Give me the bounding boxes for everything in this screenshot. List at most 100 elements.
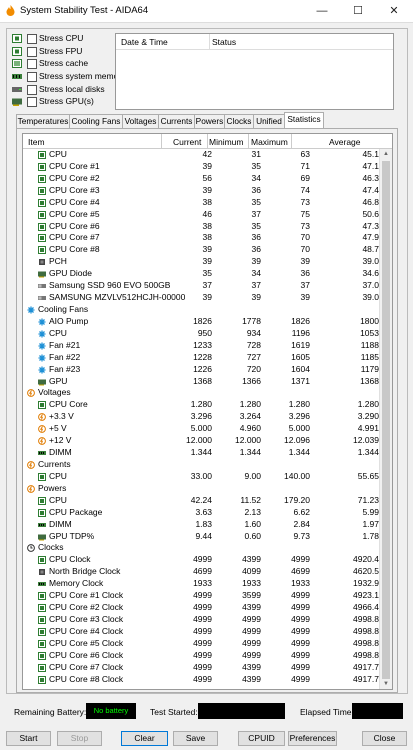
stress-checkbox[interactable] bbox=[27, 34, 37, 44]
minimum-value: 1.344 bbox=[239, 447, 261, 458]
table-row[interactable]: CPU Core #3 39 36 74 47.4 bbox=[23, 185, 379, 197]
maximum-value: 5.000 bbox=[288, 423, 310, 434]
maximum-value: 12.096 bbox=[284, 435, 310, 446]
clear-button[interactable]: Clear bbox=[121, 731, 168, 746]
scroll-up-arrow[interactable]: ▲ bbox=[380, 149, 392, 159]
tab-powers[interactable]: Powers bbox=[194, 114, 225, 128]
cpu-icon bbox=[38, 651, 46, 660]
table-row[interactable]: GPU TDP% 9.44 0.60 9.73 1.78 bbox=[23, 531, 379, 543]
stop-button[interactable]: Stop bbox=[57, 731, 102, 746]
average-value: 4998.8 bbox=[353, 613, 379, 624]
log-header: Date & Time Status bbox=[116, 34, 393, 50]
table-row[interactable]: SAMSUNG MZVLV512HCJH-00000 39 39 39 39.0 bbox=[23, 292, 379, 304]
table-row[interactable]: CPU Core #6 38 35 73 47.3 bbox=[23, 221, 379, 233]
table-row[interactable]: North Bridge Clock 4699 4099 4699 4620.5 bbox=[23, 566, 379, 578]
table-group-row[interactable]: Powers bbox=[23, 483, 379, 495]
aida64-flame-icon bbox=[6, 5, 15, 16]
table-row[interactable]: CPU Core #1 Clock 4999 3599 4999 4923.1 bbox=[23, 590, 379, 602]
col-minimum[interactable]: Minimum bbox=[209, 137, 243, 147]
col-current[interactable]: Current bbox=[173, 137, 201, 147]
table-row[interactable]: CPU Core #6 Clock 4999 4999 4999 4998.8 bbox=[23, 650, 379, 662]
table-row[interactable]: CPU 42.24 11.52 179.20 71.23 bbox=[23, 495, 379, 507]
minimum-value: 1.280 bbox=[239, 399, 261, 410]
window-title: System Stability Test - AIDA64 bbox=[20, 5, 149, 16]
average-value: 47.4 bbox=[362, 184, 379, 195]
col-average[interactable]: Average bbox=[329, 137, 361, 147]
table-row[interactable]: CPU Package 3.63 2.13 6.62 5.99 bbox=[23, 507, 379, 519]
tab-temperatures[interactable]: Temperatures bbox=[16, 114, 70, 128]
maximum-value: 1826 bbox=[291, 315, 310, 326]
close-button[interactable]: Close bbox=[362, 731, 407, 746]
table-row[interactable]: Fan #23 1226 720 1604 1179 bbox=[23, 364, 379, 376]
table-row[interactable]: CPU Core #4 38 35 73 46.8 bbox=[23, 197, 379, 209]
table-row[interactable]: +3.3 V 3.296 3.264 3.296 3.290 bbox=[23, 411, 379, 423]
stress-checkbox[interactable] bbox=[27, 72, 37, 83]
log-col-datetime[interactable]: Date & Time bbox=[121, 37, 168, 47]
table-group-row[interactable]: Currents bbox=[23, 459, 379, 471]
table-row[interactable]: PCH 39 39 39 39.0 bbox=[23, 256, 379, 268]
tab-voltages[interactable]: Voltages bbox=[122, 114, 159, 128]
table-row[interactable]: CPU Core #2 Clock 4999 4399 4999 4966.4 bbox=[23, 602, 379, 614]
table-row[interactable]: GPU Diode 35 34 36 34.6 bbox=[23, 268, 379, 280]
table-row[interactable]: CPU Core #4 Clock 4999 4999 4999 4998.8 bbox=[23, 626, 379, 638]
minimize-button[interactable]: — bbox=[304, 0, 340, 22]
start-button[interactable]: Start bbox=[6, 731, 51, 746]
tab-clocks[interactable]: Clocks bbox=[224, 114, 254, 128]
cpu-icon bbox=[38, 592, 46, 601]
table-row[interactable]: CPU Core 1.280 1.280 1.280 1.280 bbox=[23, 399, 379, 411]
average-value: 48.7 bbox=[362, 244, 379, 255]
average-value: 12.039 bbox=[353, 435, 379, 446]
table-row[interactable]: AIO Pump 1826 1778 1826 1800 bbox=[23, 316, 379, 328]
maximize-button[interactable]: ☐ bbox=[340, 0, 376, 22]
table-row[interactable]: CPU Core #2 56 34 69 46.3 bbox=[23, 173, 379, 185]
vertical-scrollbar[interactable]: ▲ ▼ bbox=[379, 149, 392, 689]
cpuid-button[interactable]: CPUID bbox=[238, 731, 285, 746]
table-row[interactable]: +12 V 12.000 12.000 12.096 12.039 bbox=[23, 435, 379, 447]
table-row[interactable]: CPU Clock 4999 4399 4999 4920.4 bbox=[23, 554, 379, 566]
average-value: 1188 bbox=[360, 339, 379, 350]
tab-unified[interactable]: Unified bbox=[253, 114, 285, 128]
table-group-row[interactable]: Clocks bbox=[23, 542, 379, 554]
table-row[interactable]: CPU Core #8 Clock 4999 4399 4999 4917.7 bbox=[23, 674, 379, 686]
table-row[interactable]: CPU Core #1 39 35 71 47.1 bbox=[23, 161, 379, 173]
table-row[interactable]: CPU 33.00 9.00 140.00 55.65 bbox=[23, 471, 379, 483]
table-row[interactable]: +5 V 5.000 4.960 5.000 4.991 bbox=[23, 423, 379, 435]
table-row[interactable]: CPU Core #7 38 36 70 47.9 bbox=[23, 232, 379, 244]
stress-checkbox[interactable] bbox=[27, 59, 37, 70]
memory-icon bbox=[38, 580, 46, 588]
maximum-value: 39 bbox=[300, 292, 310, 303]
log-col-status[interactable]: Status bbox=[212, 37, 236, 47]
table-group-row[interactable]: Voltages bbox=[23, 387, 379, 399]
stress-checkbox[interactable] bbox=[27, 97, 37, 108]
table-row[interactable]: CPU Core #7 Clock 4999 4399 4999 4917.7 bbox=[23, 662, 379, 674]
scrollbar-thumb[interactable] bbox=[382, 161, 390, 679]
table-row[interactable]: CPU 950 934 1196 1053 bbox=[23, 328, 379, 340]
tab-statistics[interactable]: Statistics bbox=[284, 112, 324, 128]
preferences-button[interactable]: Preferences bbox=[288, 731, 337, 746]
table-row[interactable]: Fan #22 1228 727 1605 1185 bbox=[23, 352, 379, 364]
table-row[interactable]: CPU 42 31 63 45.1 bbox=[23, 149, 379, 161]
stress-checkbox[interactable] bbox=[27, 46, 37, 57]
tab-currents[interactable]: Currents bbox=[158, 114, 195, 128]
table-row[interactable]: CPU Core #5 46 37 75 50.6 bbox=[23, 209, 379, 221]
table-row[interactable]: DIMM 1.344 1.344 1.344 1.344 bbox=[23, 447, 379, 459]
table-group-row[interactable]: Cooling Fans bbox=[23, 304, 379, 316]
fan-icon bbox=[38, 366, 46, 374]
col-maximum[interactable]: Maximum bbox=[251, 137, 288, 147]
table-row[interactable]: GPU 1368 1366 1371 1368 bbox=[23, 376, 379, 388]
table-row[interactable]: Memory Clock 1933 1933 1933 1932.9 bbox=[23, 578, 379, 590]
table-row[interactable]: CPU Core #5 Clock 4999 4999 4999 4998.8 bbox=[23, 638, 379, 650]
event-log[interactable]: Date & Time Status bbox=[115, 33, 394, 110]
table-row[interactable]: CPU Core #8 39 36 70 48.7 bbox=[23, 244, 379, 256]
scroll-down-arrow[interactable]: ▼ bbox=[380, 679, 392, 689]
table-row[interactable]: CPU Core #3 Clock 4999 4999 4999 4998.8 bbox=[23, 614, 379, 626]
close-window-button[interactable]: ✕ bbox=[376, 0, 412, 22]
tab-cooling-fans[interactable]: Cooling Fans bbox=[69, 114, 123, 128]
table-row[interactable]: Fan #21 1233 728 1619 1188 bbox=[23, 340, 379, 352]
col-item[interactable]: Item bbox=[28, 137, 45, 147]
save-button[interactable]: Save bbox=[173, 731, 218, 746]
table-row[interactable]: Samsung SSD 960 EVO 500GB 37 37 37 37.0 bbox=[23, 280, 379, 292]
table-row[interactable]: DIMM 1.83 1.60 2.84 1.97 bbox=[23, 519, 379, 531]
stress-checkbox[interactable] bbox=[27, 84, 37, 95]
minimum-value: 1778 bbox=[242, 315, 261, 326]
